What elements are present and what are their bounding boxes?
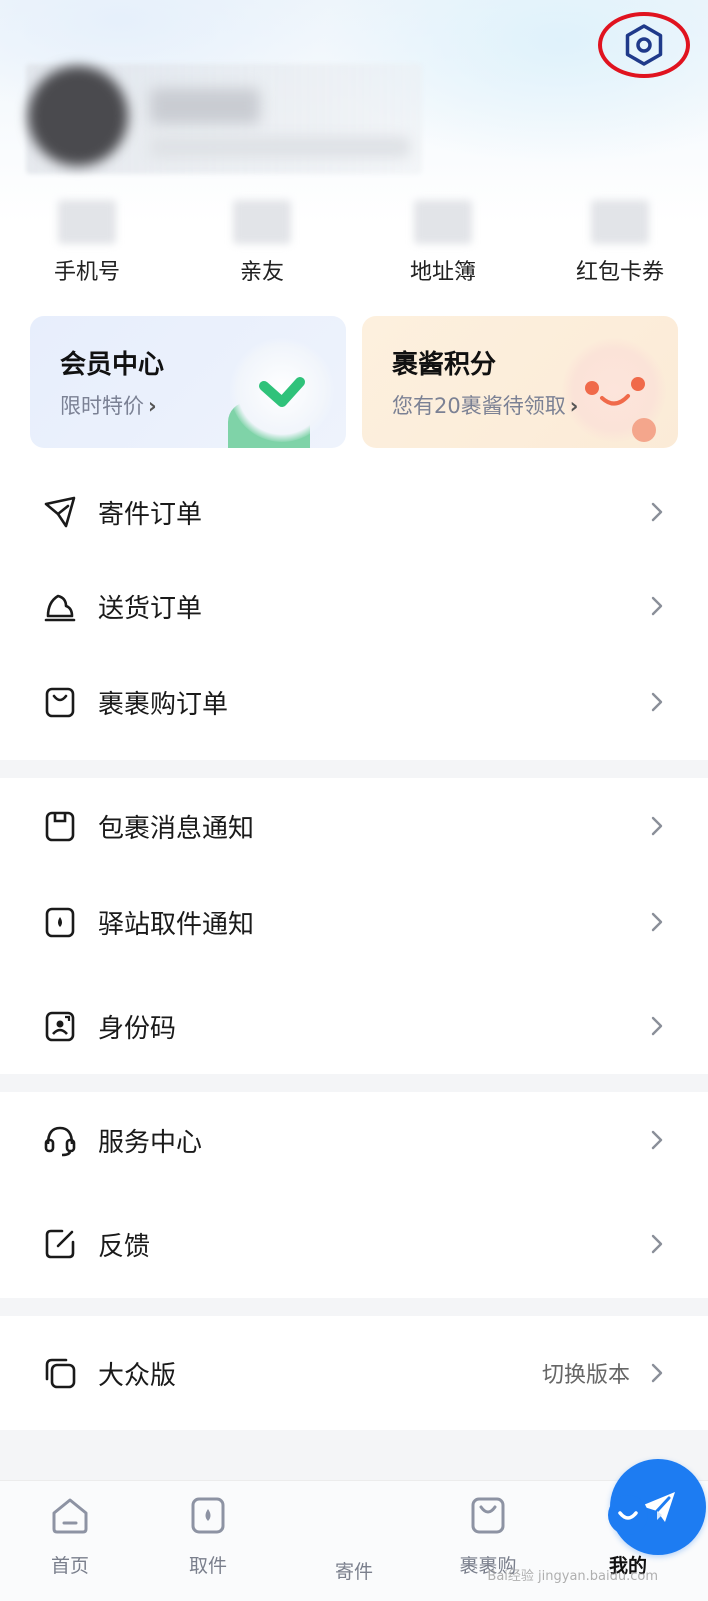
section-divider <box>0 1298 708 1316</box>
chevron-right-icon <box>651 816 663 836</box>
stat-value-blurred <box>414 200 472 244</box>
tab-label: 寄件 <box>334 1561 373 1583</box>
notifications-section: 包裹消息通知 驿站取件通知 身份码 <box>0 778 708 1074</box>
menu-item-station-notice[interactable]: 驿站取件通知 <box>0 874 708 970</box>
menu-item-package-notice[interactable]: 包裹消息通知 <box>0 778 708 874</box>
menu-item-service-center[interactable]: 服务中心 <box>0 1092 708 1188</box>
username-blurred <box>150 88 260 124</box>
member-badge-icon <box>230 338 334 442</box>
menu-item-label: 服务中心 <box>98 1127 203 1158</box>
copy-icon <box>45 1358 76 1389</box>
avatar[interactable] <box>28 66 128 166</box>
stat-coupons[interactable]: 红包卡券 <box>545 200 695 286</box>
edit-icon <box>45 1229 75 1259</box>
menu-item-label: 大众版 <box>98 1360 177 1391</box>
tab-label: 首页 <box>50 1555 89 1577</box>
home-icon <box>52 1498 88 1534</box>
chevron-right-icon <box>651 502 663 522</box>
bag-icon <box>471 1497 505 1534</box>
section-divider <box>0 1074 708 1092</box>
settings-button[interactable] <box>598 12 690 78</box>
orders-section: 寄件订单 送货订单 裹裹购订单 <box>0 464 708 750</box>
chevron-right-icon <box>651 1016 663 1036</box>
section-divider <box>0 1430 708 1480</box>
member-center-card[interactable]: 会员中心 限时特价 › <box>30 316 346 448</box>
paper-plane-icon <box>44 496 76 528</box>
tab-send[interactable]: 寄件 <box>304 1459 706 1584</box>
menu-item-label: 寄件订单 <box>98 499 203 530</box>
member-center-subtitle: 限时特价 › <box>60 394 157 418</box>
service-section: 服务中心 反馈 <box>0 1092 708 1292</box>
pickup-icon <box>191 1497 225 1534</box>
stat-label: 红包卡券 <box>575 260 664 285</box>
menu-item-guoguo-orders[interactable]: 裹裹购订单 <box>0 654 708 750</box>
menu-item-label: 身份码 <box>98 1013 177 1044</box>
stats-row: 手机号 亲友 地址簿 红包卡券 <box>0 200 708 290</box>
menu-item-label: 裹裹购订单 <box>98 689 229 720</box>
chevron-right-icon <box>651 912 663 932</box>
shopping-bag-icon <box>45 687 75 718</box>
chevron-right-icon <box>651 1130 663 1150</box>
check-heart-icon <box>259 377 305 407</box>
package-notice-icon <box>45 811 75 842</box>
menu-item-label: 驿站取件通知 <box>98 909 255 940</box>
id-code-icon <box>45 1011 75 1042</box>
chevron-right-icon: › <box>148 394 157 418</box>
stat-value-blurred <box>233 200 291 244</box>
section-divider <box>0 760 708 778</box>
menu-item-delivery-orders[interactable]: 送货订单 <box>0 558 708 654</box>
user-info-blurred <box>150 136 410 158</box>
menu-item-label: 送货订单 <box>98 593 203 624</box>
highlight-circle <box>598 12 690 78</box>
menu-item-id-code[interactable]: 身份码 <box>0 978 708 1074</box>
menu-item-feedback[interactable]: 反馈 <box>0 1196 708 1292</box>
points-card[interactable]: 裹酱积分 您有20裹酱待领取 › <box>362 316 678 448</box>
stat-friends[interactable]: 亲友 <box>187 200 337 286</box>
tab-pickup[interactable]: 取件 <box>158 1493 258 1578</box>
points-subtitle: 您有20裹酱待领取 › <box>392 394 579 418</box>
watermark: Bai经验 jingyan.baidu.com <box>487 1569 658 1584</box>
delivery-bag-icon <box>44 594 76 622</box>
menu-item-label: 反馈 <box>98 1231 151 1262</box>
stat-label: 地址簿 <box>409 260 476 285</box>
stat-address-book[interactable]: 地址簿 <box>368 200 518 286</box>
stat-value-blurred <box>58 200 116 244</box>
station-notice-icon <box>45 907 75 938</box>
chevron-right-icon <box>651 1363 663 1383</box>
stat-label: 亲友 <box>239 260 284 285</box>
chevron-right-icon <box>651 692 663 712</box>
chevron-right-icon <box>651 596 663 616</box>
switch-version-link[interactable]: 切换版本 <box>542 1357 630 1389</box>
profile-icon <box>608 1495 648 1535</box>
points-title: 裹酱积分 <box>392 350 497 380</box>
headset-icon <box>44 1126 76 1157</box>
chevron-right-icon <box>651 1234 663 1254</box>
version-section: 大众版 切换版本 <box>0 1316 708 1430</box>
chevron-right-icon: › <box>569 394 579 418</box>
stat-value-blurred <box>591 200 649 244</box>
menu-item-send-orders[interactable]: 寄件订单 <box>0 464 708 560</box>
menu-item-label: 包裹消息通知 <box>98 813 255 844</box>
tab-home[interactable]: 首页 <box>20 1493 120 1578</box>
menu-item-public-version[interactable]: 大众版 切换版本 <box>0 1316 708 1430</box>
stat-phone[interactable]: 手机号 <box>12 200 162 286</box>
tab-label: 取件 <box>188 1555 227 1577</box>
member-center-title: 会员中心 <box>60 350 165 380</box>
stat-label: 手机号 <box>53 260 120 285</box>
